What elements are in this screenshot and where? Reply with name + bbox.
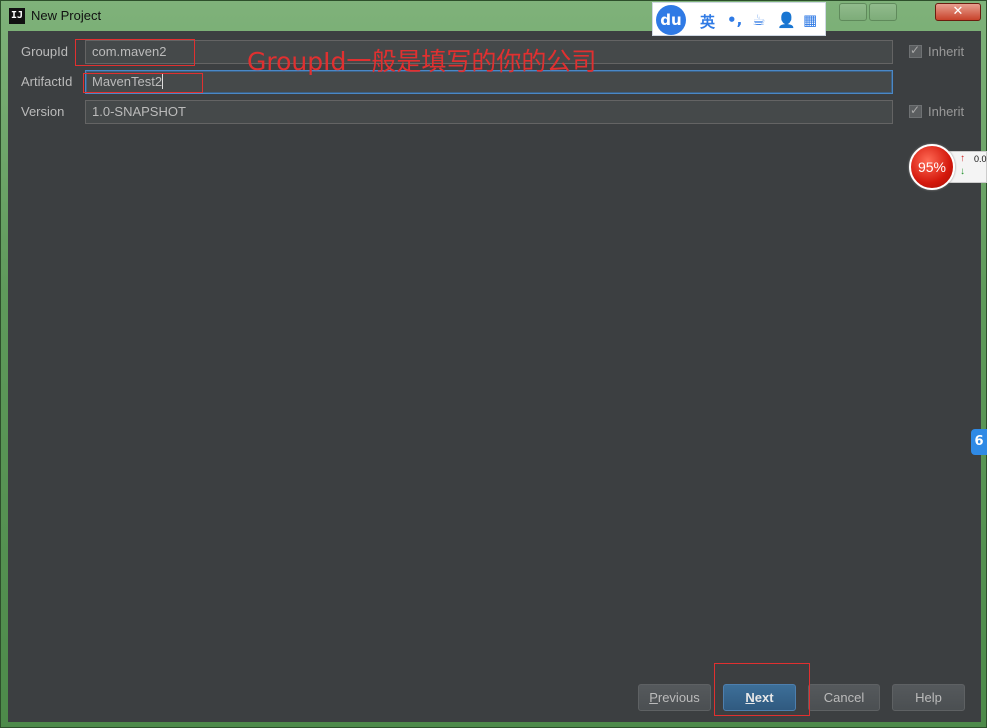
intellij-app-icon: IJ xyxy=(9,8,25,24)
group-id-inherit-checkbox[interactable]: Inherit xyxy=(909,43,965,59)
ime-toolbar[interactable]: du 英 •, ☕ 👤 ▦ xyxy=(652,2,826,36)
close-icon: ✕ xyxy=(952,4,964,19)
ime-grid-icon[interactable]: ▦ xyxy=(803,11,817,29)
title-bar[interactable]: IJ New Project ✕ xyxy=(1,1,986,31)
speed-widget[interactable]: ↑ ↓ 0.0 95% xyxy=(909,144,987,190)
version-inherit-checkbox[interactable]: Inherit xyxy=(909,103,965,119)
window-frame: IJ New Project ✕ GroupId com.maven2 Inhe… xyxy=(0,0,987,728)
annotation-box-next xyxy=(714,663,810,716)
version-label: Version xyxy=(21,104,65,119)
annotation-box-group-id xyxy=(75,39,195,66)
download-arrow-icon: ↓ xyxy=(960,166,965,177)
version-input[interactable]: 1.0-SNAPSHOT xyxy=(85,100,893,124)
inherit-label: Inherit xyxy=(928,44,965,59)
checkbox-icon xyxy=(909,43,922,58)
upload-arrow-icon: ↑ xyxy=(960,153,965,164)
previous-button[interactable]: Previous xyxy=(638,684,711,711)
ime-language-toggle[interactable]: 英 xyxy=(700,11,715,32)
checkbox-icon xyxy=(909,103,922,118)
maximize-button[interactable] xyxy=(869,3,897,21)
close-button[interactable]: ✕ xyxy=(935,3,981,21)
wizard-content: GroupId com.maven2 Inherit ArtifactId Ma… xyxy=(8,31,981,722)
annotation-text: GroupId一般是填写的你的公司 xyxy=(247,47,597,76)
memory-percent-badge[interactable]: 95% xyxy=(909,144,955,190)
ime-user-icon[interactable]: 👤 xyxy=(777,11,796,29)
artifact-id-label: ArtifactId xyxy=(21,74,73,89)
side-link-tab[interactable]: 6 xyxy=(971,429,987,455)
cancel-button[interactable]: Cancel xyxy=(808,684,880,711)
baidu-ime-logo-icon[interactable]: du xyxy=(656,5,686,35)
ime-cup-icon[interactable]: ☕ xyxy=(752,11,765,29)
group-id-label: GroupId xyxy=(21,44,68,59)
ime-punctuation-icon[interactable]: •, xyxy=(727,11,742,29)
previous-label: revious xyxy=(657,690,700,705)
previous-mnemonic: P xyxy=(649,690,658,705)
annotation-box-artifact-id xyxy=(83,73,203,93)
window-title: New Project xyxy=(31,8,102,23)
speed-value: 0.0 xyxy=(974,154,987,164)
minimize-button[interactable] xyxy=(839,3,867,21)
inherit-label: Inherit xyxy=(928,104,965,119)
help-button[interactable]: Help xyxy=(892,684,965,711)
